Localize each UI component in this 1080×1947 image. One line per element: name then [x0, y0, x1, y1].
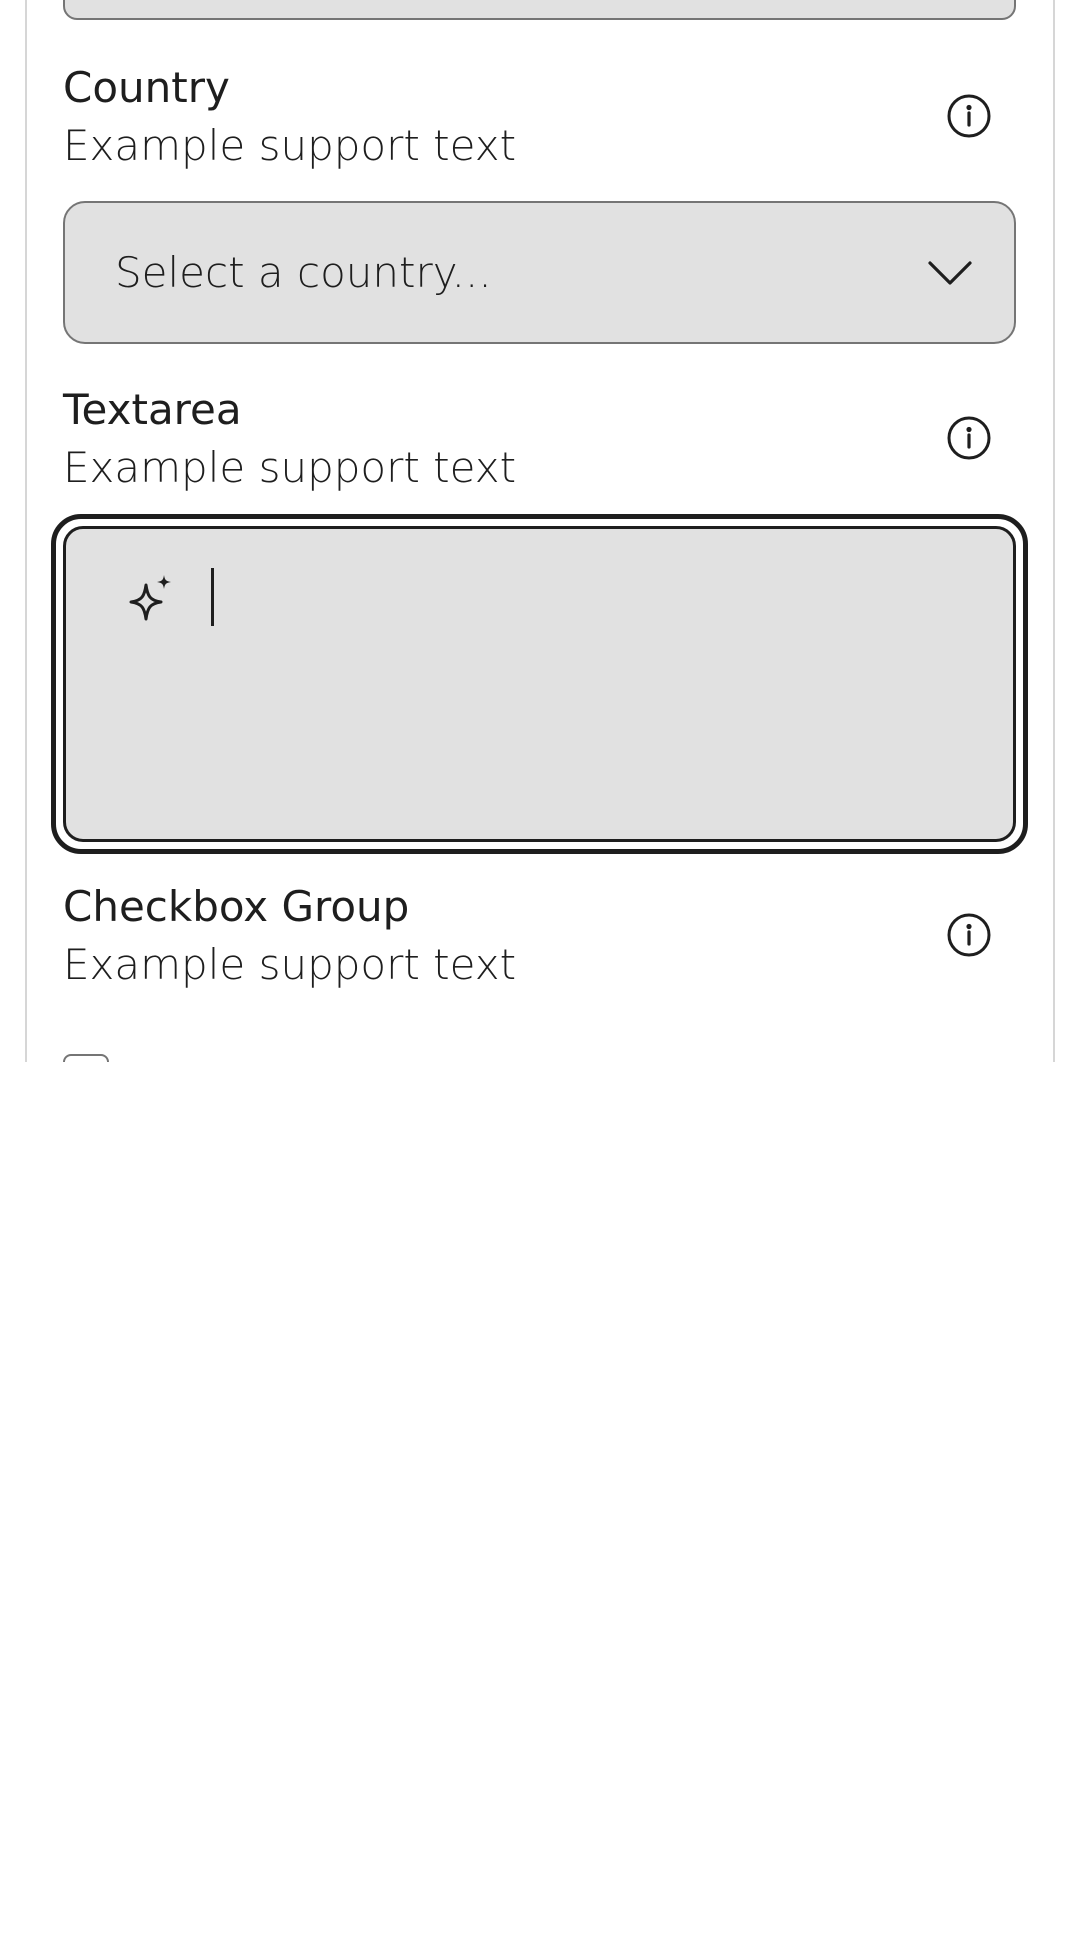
- checkbox-1[interactable]: [63, 1054, 109, 1062]
- checkbox-group-label: Checkbox Group: [63, 882, 410, 931]
- textarea-input[interactable]: [63, 526, 1016, 842]
- screen-viewport: Country Example support text Select a co…: [0, 0, 1080, 1062]
- country-label: Country: [63, 63, 230, 112]
- info-icon[interactable]: [946, 415, 992, 461]
- country-select-value: Select a country...: [115, 248, 492, 297]
- checkbox-group-support-text: Example support text: [63, 940, 517, 989]
- info-icon[interactable]: [946, 93, 992, 139]
- chevron-down-icon: [928, 261, 972, 285]
- info-icon[interactable]: [946, 912, 992, 958]
- country-select[interactable]: Select a country...: [63, 201, 1016, 344]
- country-support-text: Example support text: [63, 121, 517, 170]
- sparkle-icon: [129, 575, 171, 621]
- textarea-label: Textarea: [63, 385, 242, 434]
- text-caret: [211, 568, 214, 626]
- checkbox-1-label: Checkbox 1: [147, 1052, 392, 1062]
- textarea-support-text: Example support text: [63, 443, 517, 492]
- previous-input-field[interactable]: [63, 0, 1016, 20]
